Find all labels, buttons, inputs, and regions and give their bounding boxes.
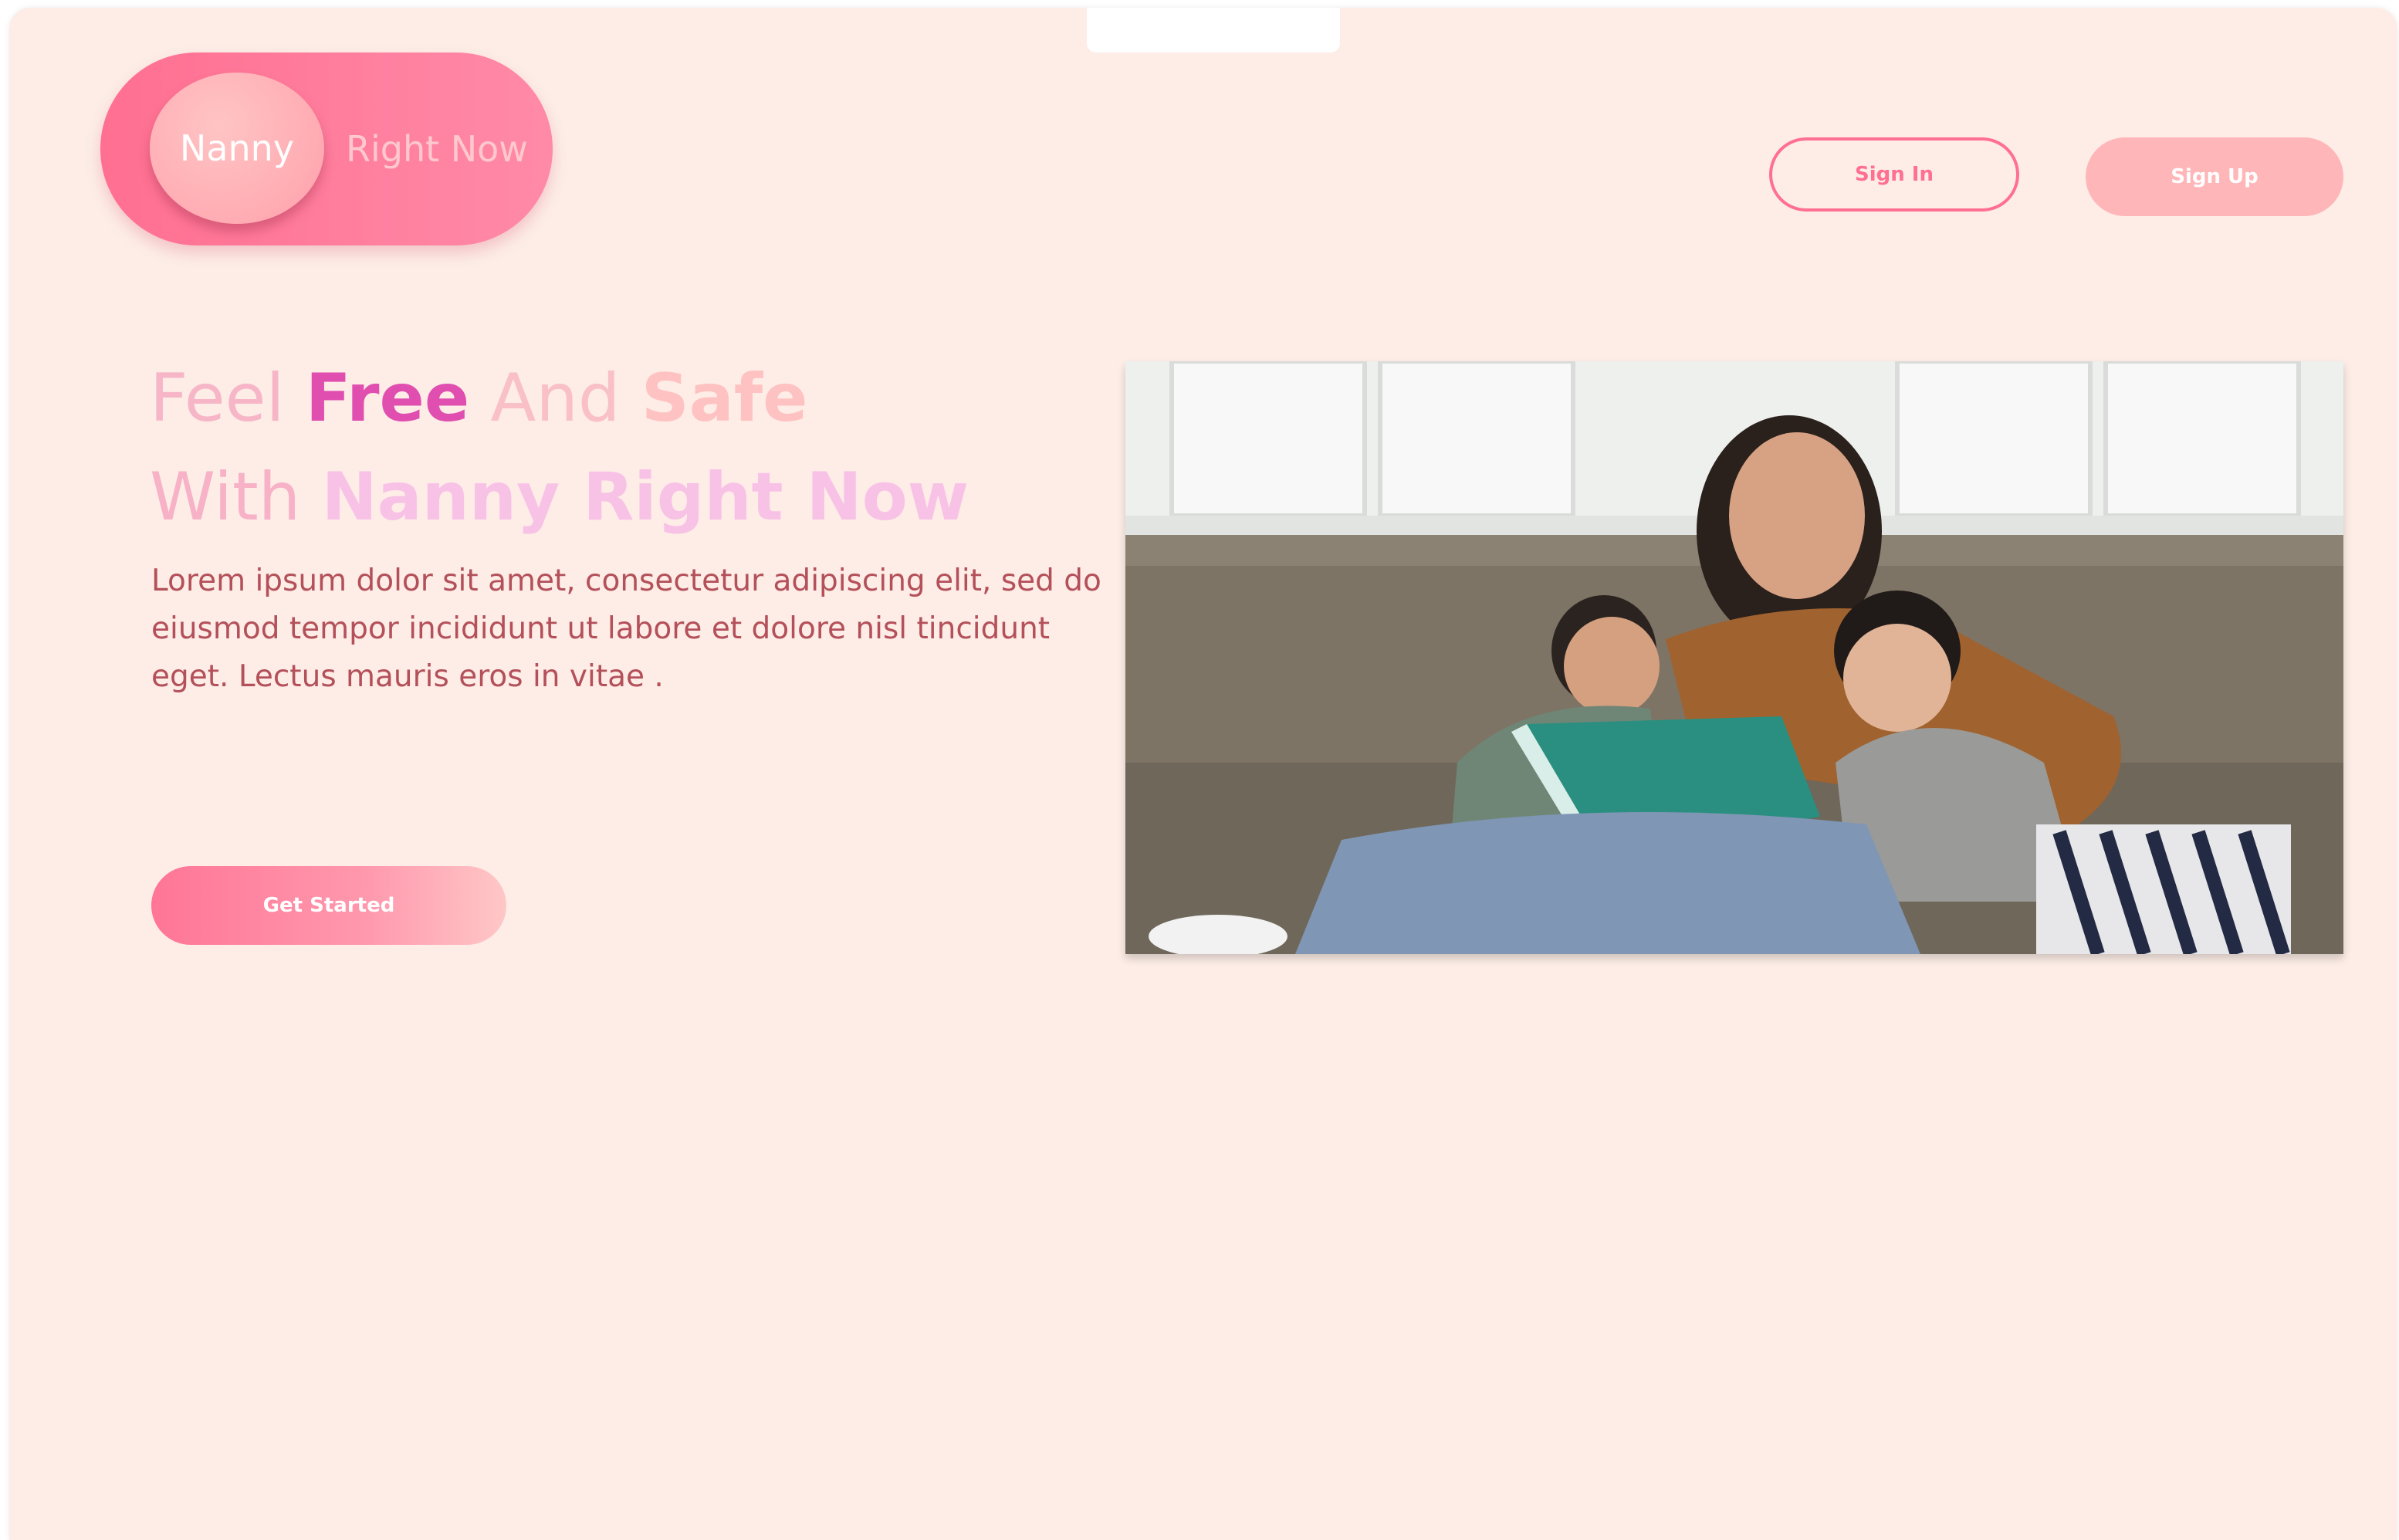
- headline-line-1: Feel Free And Safe: [150, 349, 1153, 448]
- hero-headline: Feel Free And Safe With Nanny Right Now: [150, 349, 1153, 547]
- get-started-button[interactable]: Get Started: [151, 866, 506, 945]
- brand-logo[interactable]: Nanny Right Now: [100, 52, 553, 245]
- page-frame: Nanny Right Now Sign In Sign Up Feel Fre…: [9, 8, 2397, 1540]
- logo-name: Nanny: [179, 127, 295, 169]
- headline-line-2: With Nanny Right Now: [150, 448, 1153, 547]
- logo-suffix: Right Now: [346, 128, 528, 170]
- headline-word-feel: Feel: [150, 360, 285, 437]
- headline-word-and: And: [490, 360, 621, 437]
- headline-word-with: With: [150, 459, 301, 536]
- hero-photo: [1125, 361, 2343, 954]
- sign-in-button[interactable]: Sign In: [1769, 137, 2019, 212]
- window-notch: [1087, 8, 1340, 52]
- headline-word-safe: Safe: [641, 360, 808, 437]
- hero-lead-text: Lorem ipsum dolor sit amet, consectetur …: [151, 564, 1101, 694]
- hero-photo-illustration: [1125, 361, 2343, 954]
- headline-brand: Nanny Right Now: [321, 459, 969, 536]
- headline-word-free: Free: [305, 360, 470, 437]
- sign-up-button[interactable]: Sign Up: [2086, 137, 2343, 216]
